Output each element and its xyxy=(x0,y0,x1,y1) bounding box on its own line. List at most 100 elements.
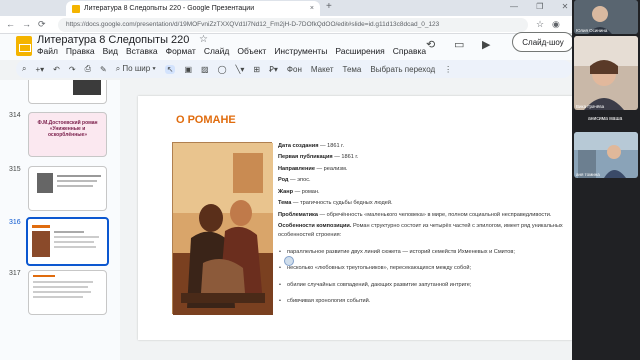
video-call-panel: Юлия Осинина Вика Грачёва анисима маша а… xyxy=(572,0,640,360)
zoom-dropdown[interactable]: ⌕ По шир ▾ xyxy=(116,64,156,74)
participant-tile[interactable]: аня томина xyxy=(574,132,638,178)
layout-button[interactable]: Макет xyxy=(311,65,334,74)
menu-extensions[interactable]: Расширения xyxy=(335,46,384,56)
tab-title: Литература 8 Следопыты 220 - Google През… xyxy=(84,5,255,12)
menu-format[interactable]: Формат xyxy=(166,46,196,56)
text-box-icon[interactable]: ▣ xyxy=(184,65,192,74)
fact-row: Тема — трагичность судьбы бедных людей. xyxy=(278,199,572,207)
window-controls[interactable]: — ❐ ✕ xyxy=(510,2,576,11)
participant-video xyxy=(574,36,638,110)
line-icon[interactable]: ╲▾ xyxy=(236,65,245,74)
back-icon[interactable]: ← xyxy=(6,19,15,29)
slide-number: 315 xyxy=(9,166,21,173)
zoom-label: По шир xyxy=(122,64,151,73)
forward-icon[interactable]: → xyxy=(22,19,31,29)
undo-icon[interactable]: ↶ xyxy=(53,65,60,74)
slide-body-text[interactable]: Дата создания — 1861 г. Первая публикаци… xyxy=(278,142,572,313)
slide-number: 314 xyxy=(9,112,21,119)
fact-label: Направление xyxy=(278,165,315,172)
fact-value: — роман. xyxy=(293,188,320,195)
thumb-text-line xyxy=(57,175,101,177)
menu-tools[interactable]: Инструменты xyxy=(274,46,327,56)
participant-name: Юлия Осинина xyxy=(576,28,608,33)
fact-label: Проблематика xyxy=(278,211,318,218)
participant-name: анисима маша xyxy=(588,116,623,122)
select-cursor-icon[interactable]: ↖ xyxy=(164,64,176,74)
menu-file[interactable]: Файл xyxy=(37,46,58,56)
meet-video-icon[interactable]: ▶ xyxy=(482,38,490,51)
document-title[interactable]: Литература 8 Следопыты 220 xyxy=(37,34,189,46)
search-menus-icon[interactable]: ⌕ xyxy=(22,64,26,74)
shape-icon[interactable]: ◯ xyxy=(218,65,227,74)
slide-thumbnail-314[interactable]: Ф.М.Достоевский роман «Униженные и оскор… xyxy=(28,112,107,157)
pen-icon[interactable]: Ꝑ▾ xyxy=(269,65,278,74)
history-icon[interactable]: ⟲ xyxy=(426,38,435,51)
thumb-image xyxy=(73,80,101,95)
tab-close-icon[interactable]: × xyxy=(310,5,314,12)
transition-button[interactable]: Выбрать переход xyxy=(370,65,435,74)
print-icon[interactable]: ⎙ xyxy=(85,64,91,74)
paint-format-icon[interactable]: ✎ xyxy=(100,65,107,74)
reload-icon[interactable]: ⟳ xyxy=(38,19,46,30)
slides-logo-icon[interactable] xyxy=(16,36,32,56)
participant-tile[interactable]: Юлия Осинина xyxy=(574,0,638,34)
slide-number: 316 xyxy=(9,219,21,226)
participant-tile[interactable]: анисима маша xyxy=(574,112,638,130)
slide-thumbnail-315[interactable] xyxy=(28,166,107,211)
thumb-title-bar xyxy=(32,225,50,228)
slideshow-button[interactable]: Слайд-шоу xyxy=(512,32,574,52)
thumb-text-line xyxy=(33,296,83,298)
thumb-title: Ф.М.Достоевский роман «Униженные и оскор… xyxy=(37,120,98,139)
thumb-painting xyxy=(32,231,50,257)
participant-tile[interactable]: Вика Грачёва xyxy=(574,36,638,110)
slide-thumbnail-316[interactable] xyxy=(26,217,109,266)
thumb-title-bar xyxy=(33,275,55,277)
participant-name: Вика Грачёва xyxy=(576,104,605,109)
fact-value: — обречённость «маленького человека» в м… xyxy=(317,211,552,218)
composition-paragraph: Особенности композиции. Роман структурно… xyxy=(278,222,572,239)
fact-label: Дата создания xyxy=(278,143,319,149)
url-input[interactable]: https://docs.google.com/presentation/d/1… xyxy=(58,18,528,32)
thumb-text-line xyxy=(33,281,93,283)
slide-thumbnail-317[interactable] xyxy=(28,270,107,315)
profile-icon[interactable]: ◉ xyxy=(552,19,560,30)
toolbar: ⌕ +▾ ↶ ↷ ⎙ ✎ ⌕ По шир ▾ ↖ ▣ ▨ ◯ ╲▾ ⊞ Ꝑ▾ … xyxy=(16,60,572,78)
mouse-cursor-highlight xyxy=(284,256,294,266)
slide-filmstrip[interactable]: 314 Ф.М.Достоевский роман «Униженные и о… xyxy=(0,80,120,360)
menu-slide[interactable]: Слайд xyxy=(204,46,230,56)
illustration-image[interactable] xyxy=(172,142,273,315)
more-options-icon[interactable]: ⋮ xyxy=(444,65,452,74)
slide-number: 317 xyxy=(9,270,21,277)
thumb-text-line xyxy=(54,231,84,233)
comment-icon[interactable]: ▭ xyxy=(454,38,464,51)
new-tab-button[interactable]: + xyxy=(326,1,332,12)
fact-value: — эпос. xyxy=(288,177,311,184)
star-icon[interactable]: ☆ xyxy=(199,34,208,45)
slide-thumbnail-313[interactable] xyxy=(28,80,107,104)
menu-insert[interactable]: Вставка xyxy=(126,46,158,56)
menu-help[interactable]: Справка xyxy=(393,46,426,56)
menu-object[interactable]: Объект xyxy=(237,46,266,56)
fact-row: Дата создания — 1861 г. xyxy=(278,142,572,150)
fact-value: — реализм. xyxy=(314,165,348,172)
new-slide-icon[interactable]: +▾ xyxy=(35,65,44,74)
thumb-text-line xyxy=(33,291,91,293)
menu-view[interactable]: Вид xyxy=(103,46,118,56)
bullet-item: обилие случайных совпадений, дающих разв… xyxy=(278,281,572,290)
comment-add-icon[interactable]: ⊞ xyxy=(253,65,260,74)
fact-label: Род xyxy=(278,177,289,184)
theme-button[interactable]: Тема xyxy=(343,65,362,74)
bullet-item: несколько «любовных треугольников», пере… xyxy=(278,264,572,273)
fact-row: Проблематика — обречённость «маленького … xyxy=(278,211,572,219)
image-icon[interactable]: ▨ xyxy=(201,65,209,74)
slide-title[interactable]: О РОМАНЕ xyxy=(176,114,236,126)
menu-bar: Файл Правка Вид Вставка Формат Слайд Объ… xyxy=(37,46,426,56)
bookmark-star-icon[interactable]: ☆ xyxy=(536,19,544,30)
menu-edit[interactable]: Правка xyxy=(66,46,95,56)
composition-label: Особенности композиции. xyxy=(278,223,352,230)
browser-tab[interactable]: Литература 8 Следопыты 220 - Google През… xyxy=(66,1,320,16)
redo-icon[interactable]: ↷ xyxy=(69,65,76,74)
background-button[interactable]: Фон xyxy=(287,65,302,74)
current-slide[interactable]: О РОМАНЕ Дата создания — 1861 г. Первая … xyxy=(138,96,572,340)
fact-label: Тема xyxy=(278,200,292,207)
